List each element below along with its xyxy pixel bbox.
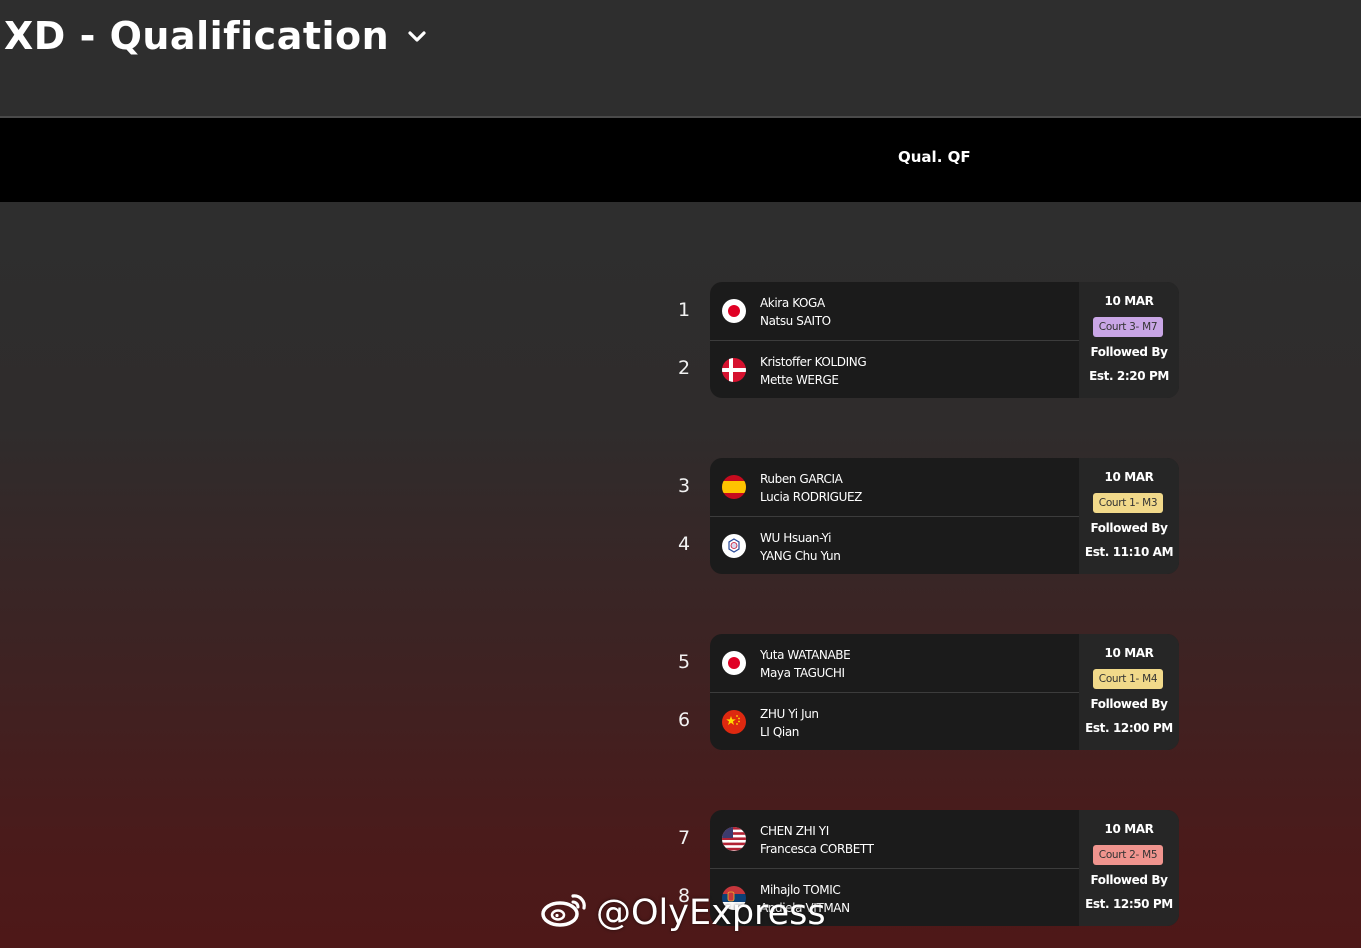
team-players: Ruben GARCIA Lucia RODRIGUEZ	[760, 470, 862, 506]
court-badge: Court 1- M4	[1093, 669, 1163, 689]
player-name: Yuta WATANABE	[760, 648, 851, 662]
player-name: Kristoffer KOLDING	[760, 355, 867, 369]
seed-number: 3	[677, 475, 691, 497]
player-name: YANG Chu Yun	[760, 549, 841, 563]
seed-number: 4	[677, 533, 691, 555]
round-header: Qual. QF	[0, 118, 1361, 202]
spain-flag-icon	[722, 475, 746, 499]
page-title: XD - Qualification	[4, 14, 390, 58]
seed-number: 6	[677, 709, 691, 731]
match-date: 10 MAR	[1104, 646, 1154, 660]
court-badge: Court 1- M3	[1093, 493, 1163, 513]
estimated-time: Est. 12:00 PM	[1085, 721, 1173, 735]
match-card[interactable]: Akira KOGA Natsu SAITO Kristoffer KOLDIN…	[710, 282, 1179, 398]
page-header: XD - Qualification	[0, 0, 1361, 118]
match-teams: Akira KOGA Natsu SAITO Kristoffer KOLDIN…	[710, 282, 1079, 398]
court-badge: Court 3- M7	[1093, 317, 1163, 337]
japan-flag-icon	[722, 299, 746, 323]
match-date: 10 MAR	[1104, 822, 1154, 836]
match-date: 10 MAR	[1104, 470, 1154, 484]
denmark-flag-icon	[722, 358, 746, 382]
team-players: ZHU Yi Jun LI Qian	[760, 705, 819, 741]
usa-flag-icon	[722, 827, 746, 851]
followed-by-label: Followed By	[1090, 697, 1168, 711]
match-info: 10 MAR Court 1- M4 Followed By Est. 12:0…	[1079, 634, 1179, 750]
match-teams: Yuta WATANABE Maya TAGUCHI ZHU Yi Jun LI…	[710, 634, 1079, 750]
team-row[interactable]: ZHU Yi Jun LI Qian	[710, 692, 1079, 750]
match-card[interactable]: Ruben GARCIA Lucia RODRIGUEZ WU Hsuan-Yi…	[710, 458, 1179, 574]
chinese-taipei-flag-icon	[722, 534, 746, 558]
team-players: WU Hsuan-Yi YANG Chu Yun	[760, 529, 841, 565]
player-name: Lucia RODRIGUEZ	[760, 490, 862, 504]
player-name: Maya TAGUCHI	[760, 666, 845, 680]
match-info: 10 MAR Court 1- M3 Followed By Est. 11:1…	[1079, 458, 1179, 574]
followed-by-label: Followed By	[1090, 345, 1168, 359]
team-players: CHEN ZHI YI Francesca CORBETT	[760, 822, 874, 858]
player-name: Natsu SAITO	[760, 314, 831, 328]
team-row[interactable]: WU Hsuan-Yi YANG Chu Yun	[710, 516, 1079, 574]
team-row[interactable]: Yuta WATANABE Maya TAGUCHI	[710, 634, 1079, 692]
seed-number: 1	[677, 299, 691, 321]
team-row[interactable]: Akira KOGA Natsu SAITO	[710, 282, 1079, 340]
seed-number: 2	[677, 357, 691, 379]
estimated-time: Est. 11:10 AM	[1084, 545, 1174, 559]
round-label: Qual. QF	[898, 148, 971, 166]
estimated-time: Est. 12:50 PM	[1085, 897, 1173, 911]
team-row[interactable]: CHEN ZHI YI Francesca CORBETT	[710, 810, 1079, 868]
team-row[interactable]: Kristoffer KOLDING Mette WERGE	[710, 340, 1079, 398]
china-flag-icon	[722, 710, 746, 734]
weibo-icon	[540, 888, 590, 937]
estimated-time: Est. 2:20 PM	[1089, 369, 1169, 383]
match-date: 10 MAR	[1104, 294, 1154, 308]
followed-by-label: Followed By	[1090, 873, 1168, 887]
chevron-down-icon[interactable]	[407, 30, 427, 49]
watermark: @OlyExpress	[540, 888, 826, 937]
player-name: Ruben GARCIA	[760, 472, 843, 486]
team-players: Yuta WATANABE Maya TAGUCHI	[760, 646, 851, 682]
court-badge: Court 2- M5	[1093, 845, 1163, 865]
player-name: ZHU Yi Jun	[760, 707, 819, 721]
match-teams: Ruben GARCIA Lucia RODRIGUEZ WU Hsuan-Yi…	[710, 458, 1079, 574]
event-selector[interactable]: XD - Qualification	[4, 14, 427, 58]
player-name: WU Hsuan-Yi	[760, 531, 832, 545]
team-row[interactable]: Ruben GARCIA Lucia RODRIGUEZ	[710, 458, 1079, 516]
team-players: Kristoffer KOLDING Mette WERGE	[760, 353, 867, 389]
followed-by-label: Followed By	[1090, 521, 1168, 535]
player-name: Mette WERGE	[760, 373, 839, 387]
match-info: 10 MAR Court 3- M7 Followed By Est. 2:20…	[1079, 282, 1179, 398]
seed-number: 7	[677, 827, 691, 849]
watermark-text: @OlyExpress	[596, 892, 826, 933]
player-name: Akira KOGA	[760, 296, 825, 310]
match-card[interactable]: Yuta WATANABE Maya TAGUCHI ZHU Yi Jun LI…	[710, 634, 1179, 750]
player-name: CHEN ZHI YI	[760, 824, 829, 838]
player-name: LI Qian	[760, 725, 799, 739]
player-name: Francesca CORBETT	[760, 842, 874, 856]
japan-flag-icon	[722, 651, 746, 675]
team-players: Akira KOGA Natsu SAITO	[760, 294, 831, 330]
match-info: 10 MAR Court 2- M5 Followed By Est. 12:5…	[1079, 810, 1179, 926]
seed-number: 5	[677, 651, 691, 673]
